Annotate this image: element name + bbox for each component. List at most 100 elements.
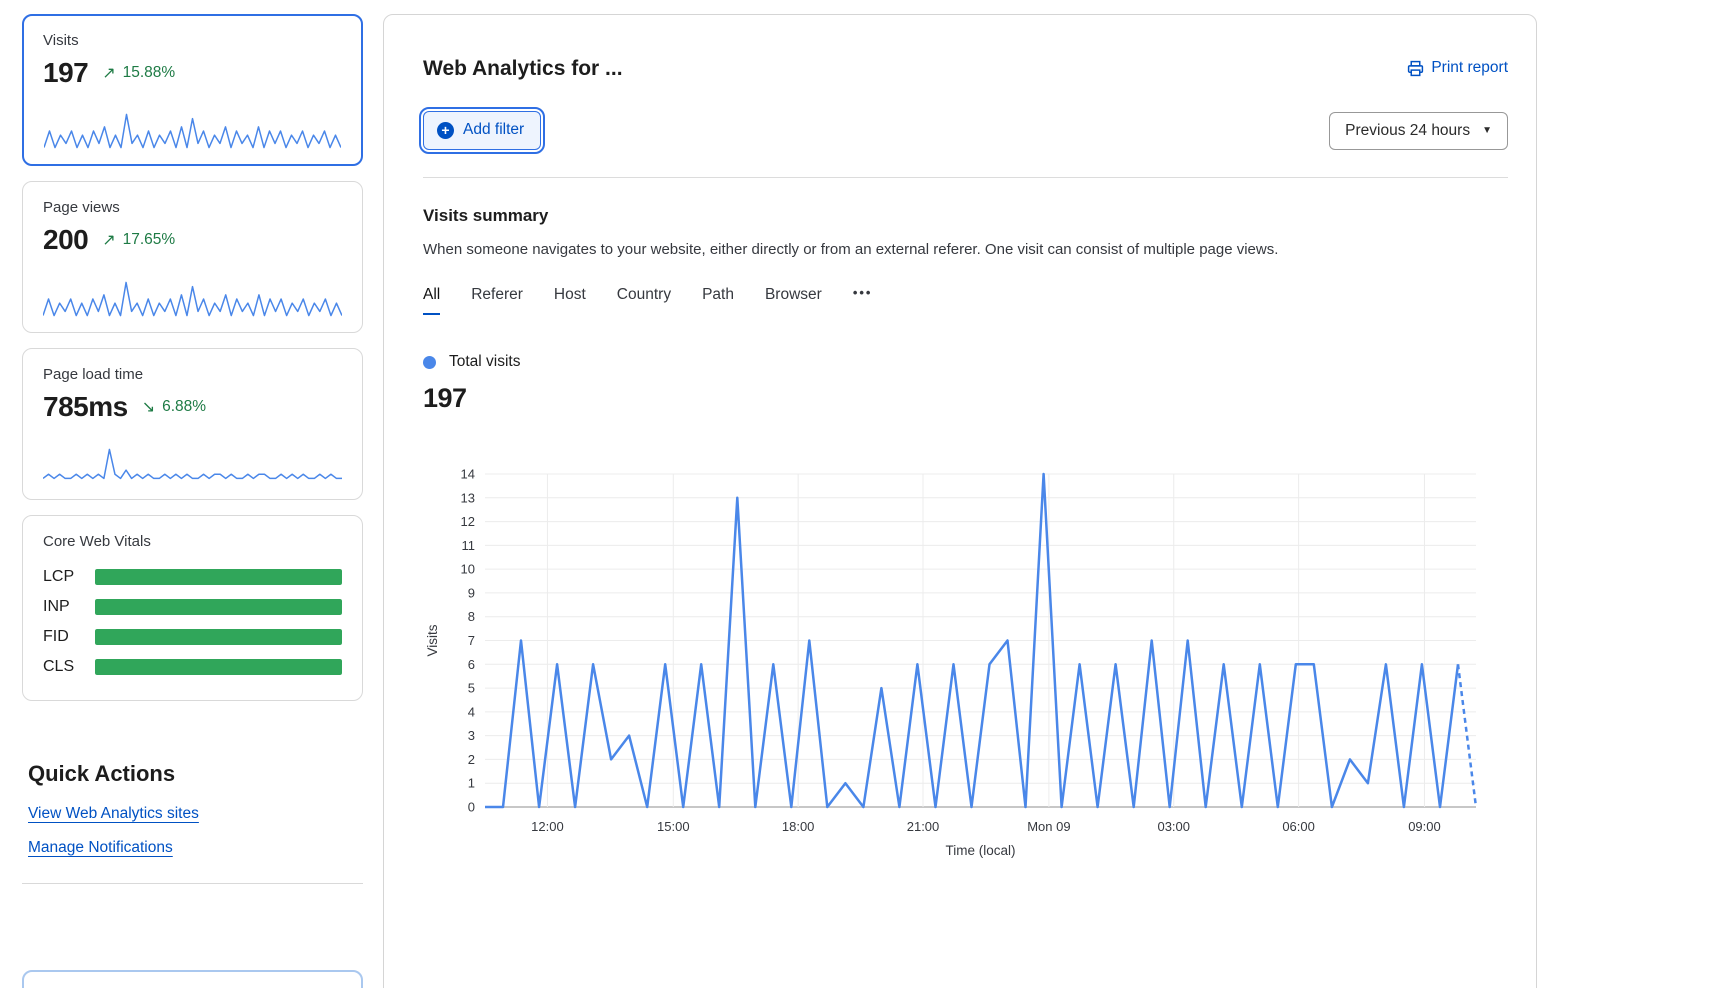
quick-actions-title: Quick Actions bbox=[28, 761, 363, 787]
add-filter-button[interactable]: + Add filter bbox=[423, 111, 541, 150]
metric-card-visits[interactable]: Visits 197 ↗ 15.88% bbox=[22, 14, 363, 166]
svg-text:09:00: 09:00 bbox=[1408, 819, 1441, 834]
svg-text:5: 5 bbox=[468, 681, 475, 696]
metrics-sidebar: Visits 197 ↗ 15.88% Page views 200 ↗ 17.… bbox=[22, 14, 363, 884]
svg-text:10: 10 bbox=[461, 562, 475, 577]
trend-up-icon: ↗ bbox=[102, 230, 115, 250]
page-title: Web Analytics for ... bbox=[423, 57, 1508, 81]
metric-card-page-views[interactable]: Page views 200 ↗ 17.65% bbox=[22, 181, 363, 333]
tab-country[interactable]: Country bbox=[617, 286, 671, 315]
tab-browser[interactable]: Browser bbox=[765, 286, 822, 315]
time-range-dropdown[interactable]: Previous 24 hours ▼ bbox=[1329, 112, 1508, 150]
svg-text:12: 12 bbox=[461, 514, 475, 529]
metric-card-value: 785ms bbox=[43, 391, 128, 423]
svg-text:21:00: 21:00 bbox=[907, 819, 940, 834]
svg-text:11: 11 bbox=[462, 538, 476, 553]
quick-actions-links: View Web Analytics sites Manage Notificat… bbox=[22, 805, 363, 857]
visits-summary-section: Visits summary When someone navigates to… bbox=[384, 178, 1536, 862]
svg-text:3: 3 bbox=[468, 728, 475, 743]
svg-text:Time (local): Time (local) bbox=[945, 843, 1015, 858]
section-description: When someone navigates to your website, … bbox=[423, 241, 1508, 258]
metric-card-value: 197 bbox=[43, 57, 88, 89]
svg-text:12:00: 12:00 bbox=[531, 819, 564, 834]
time-range-value: Previous 24 hours bbox=[1345, 122, 1470, 140]
core-web-vital-label: CLS bbox=[43, 658, 95, 676]
svg-text:7: 7 bbox=[468, 633, 475, 648]
chart-legend: Total visits bbox=[423, 353, 1508, 371]
plus-circle-icon: + bbox=[437, 122, 454, 139]
svg-text:9: 9 bbox=[468, 585, 475, 600]
core-web-vital-label: LCP bbox=[43, 568, 95, 586]
svg-text:13: 13 bbox=[461, 490, 475, 505]
svg-text:14: 14 bbox=[461, 467, 475, 482]
panel-header: Web Analytics for ... Print report + Add… bbox=[384, 15, 1536, 178]
core-web-vital-bar-fill bbox=[95, 659, 342, 675]
core-web-vitals-title: Core Web Vitals bbox=[43, 533, 342, 550]
chevron-down-icon: ▼ bbox=[1482, 125, 1492, 136]
next-card-partial bbox=[22, 970, 363, 988]
core-web-vital-bar bbox=[95, 569, 342, 585]
tab-more[interactable]: ••• bbox=[853, 285, 873, 315]
legend-dot-icon bbox=[423, 356, 436, 369]
sparkline bbox=[43, 276, 342, 322]
quick-action-link-view-web-analytics-sites[interactable]: View Web Analytics sites bbox=[28, 805, 199, 823]
svg-text:1: 1 bbox=[468, 776, 475, 791]
tab-path[interactable]: Path bbox=[702, 286, 734, 315]
tab-all[interactable]: All bbox=[423, 286, 440, 315]
svg-text:Mon 09: Mon 09 bbox=[1027, 819, 1070, 834]
visits-line-chart: 0123456789101112131412:0015:0018:0021:00… bbox=[423, 462, 1493, 862]
core-web-vital-label: INP bbox=[43, 598, 95, 616]
svg-text:Visits: Visits bbox=[425, 624, 440, 656]
tab-referer[interactable]: Referer bbox=[471, 286, 523, 315]
print-report-label: Print report bbox=[1431, 59, 1508, 77]
filter-row: + Add filter Previous 24 hours ▼ bbox=[423, 111, 1508, 150]
core-web-vital-label: FID bbox=[43, 628, 95, 646]
core-web-vital-bar-fill bbox=[95, 569, 342, 585]
core-web-vital-bar-fill bbox=[95, 629, 342, 645]
trend-percent: 6.88% bbox=[162, 398, 206, 416]
core-web-vital-row-fid: FID bbox=[43, 622, 342, 652]
print-report-link[interactable]: Print report bbox=[1407, 59, 1508, 77]
metric-card-value: 200 bbox=[43, 224, 88, 256]
svg-text:6: 6 bbox=[468, 657, 475, 672]
total-visits-value: 197 bbox=[423, 383, 1508, 414]
svg-text:2: 2 bbox=[468, 752, 475, 767]
printer-icon bbox=[1407, 60, 1424, 77]
svg-text:8: 8 bbox=[468, 609, 475, 624]
core-web-vital-row-inp: INP bbox=[43, 592, 342, 622]
add-filter-label: Add filter bbox=[463, 121, 524, 139]
metric-card-title: Page load time bbox=[43, 366, 342, 383]
metric-trend: ↘ 6.88% bbox=[142, 397, 206, 417]
core-web-vital-bar-fill bbox=[95, 599, 342, 615]
metric-card-title: Visits bbox=[43, 32, 342, 49]
core-web-vitals-card: Core Web Vitals LCP INP FID CLS bbox=[22, 515, 363, 701]
section-title: Visits summary bbox=[423, 206, 1508, 226]
core-web-vital-row-lcp: LCP bbox=[43, 562, 342, 592]
legend-label: Total visits bbox=[449, 353, 521, 371]
quick-action-link-manage-notifications[interactable]: Manage Notifications bbox=[28, 839, 173, 857]
svg-text:15:00: 15:00 bbox=[657, 819, 690, 834]
sidebar-divider bbox=[22, 883, 363, 884]
trend-up-icon: ↗ bbox=[102, 63, 115, 83]
svg-text:0: 0 bbox=[468, 800, 475, 815]
sparkline bbox=[44, 108, 341, 154]
core-web-vital-bar bbox=[95, 599, 342, 615]
visits-chart: 0123456789101112131412:0015:0018:0021:00… bbox=[423, 462, 1508, 862]
trend-down-icon: ↘ bbox=[142, 397, 155, 417]
svg-text:03:00: 03:00 bbox=[1157, 819, 1190, 834]
metric-card-title: Page views bbox=[43, 199, 342, 216]
trend-percent: 15.88% bbox=[123, 64, 176, 82]
metric-trend: ↗ 15.88% bbox=[102, 63, 175, 83]
metric-card-page-load-time[interactable]: Page load time 785ms ↘ 6.88% bbox=[22, 348, 363, 500]
tab-host[interactable]: Host bbox=[554, 286, 586, 315]
svg-text:18:00: 18:00 bbox=[782, 819, 815, 834]
analytics-panel: Web Analytics for ... Print report + Add… bbox=[383, 14, 1537, 988]
sparkline bbox=[43, 443, 342, 489]
core-web-vital-bar bbox=[95, 659, 342, 675]
core-web-vital-bar bbox=[95, 629, 342, 645]
header-divider bbox=[423, 177, 1508, 178]
metric-trend: ↗ 17.65% bbox=[102, 230, 175, 250]
trend-percent: 17.65% bbox=[123, 231, 176, 249]
dimension-tabs: All Referer Host Country Path Browser ••• bbox=[423, 285, 1508, 315]
metric-cards: Visits 197 ↗ 15.88% Page views 200 ↗ 17.… bbox=[22, 14, 363, 500]
